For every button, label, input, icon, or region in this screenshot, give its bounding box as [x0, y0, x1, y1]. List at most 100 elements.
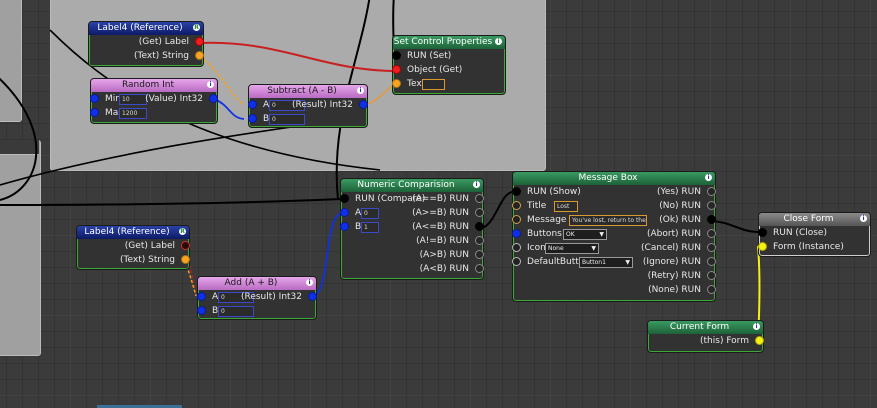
icon-dropdown[interactable]: None ▼: [545, 243, 599, 254]
a-input-pin[interactable]: [197, 292, 206, 301]
run-input-pin[interactable]: [758, 228, 767, 237]
output-ne-pin[interactable]: [475, 236, 484, 245]
output-eq-pin[interactable]: [475, 194, 484, 203]
graph-canvas[interactable]: Label4 (Reference) R (Get) Label (Text) S…: [0, 0, 877, 408]
form-instance-label: Form (Instance): [773, 242, 844, 252]
node-add[interactable]: Add (A + B) i A 0 (Result) Int32 B0: [197, 276, 317, 320]
output-abort-pin[interactable]: [707, 229, 716, 238]
node-header[interactable]: Subtract (A - B) i: [249, 85, 367, 98]
a-input-pin[interactable]: [248, 100, 257, 109]
node-title: Numeric Comparision: [357, 180, 455, 190]
defaultbutton-dropdown[interactable]: Button1 ▼: [579, 257, 633, 268]
b-input-pin[interactable]: [340, 222, 349, 231]
node-header[interactable]: Current Form i: [648, 321, 763, 334]
icon-input-pin[interactable]: [512, 243, 521, 252]
chevron-down-icon: ▼: [625, 259, 630, 266]
node-header[interactable]: Numeric Comparision i: [341, 179, 483, 192]
b-field[interactable]: 1: [361, 222, 379, 233]
b-field[interactable]: 0: [269, 114, 305, 125]
run-set-label: RUN (Set): [407, 51, 452, 61]
string-output-pin[interactable]: [195, 51, 204, 60]
object-input-pin[interactable]: [392, 65, 401, 74]
info-icon[interactable]: i: [357, 87, 364, 94]
node-set-control-properties[interactable]: Set Control Properties i RUN (Set) Object…: [392, 35, 506, 95]
node-header[interactable]: Close Form i: [759, 213, 870, 226]
buttons-dropdown[interactable]: OK ▼: [563, 229, 607, 240]
int-wire: [313, 213, 342, 297]
run-input-pin[interactable]: [340, 194, 349, 203]
output-ok-pin[interactable]: [707, 215, 716, 224]
text-string-output: (Text) String: [134, 51, 189, 61]
b-field[interactable]: 0: [218, 306, 254, 317]
text-input-pin[interactable]: [392, 79, 401, 88]
reference-icon[interactable]: R: [193, 24, 200, 31]
title-input-pin[interactable]: [512, 201, 521, 210]
output-lt-pin[interactable]: [475, 264, 484, 273]
form-input-pin[interactable]: [758, 242, 767, 251]
node-title: Label4 (Reference): [84, 227, 170, 237]
object-output-pin[interactable]: [195, 37, 204, 46]
info-icon[interactable]: i: [705, 174, 712, 181]
output-retry-pin[interactable]: [707, 271, 716, 280]
title-field[interactable]: Lost: [554, 201, 578, 212]
node-subtract[interactable]: Subtract (A - B) i A 0 (Result) Int32 B0: [248, 84, 368, 128]
node-random-int[interactable]: Random Int i Min 10 (Value) Int32 Max 1200: [90, 78, 218, 124]
a-input-pin[interactable]: [340, 208, 349, 217]
buttons-input-pin[interactable]: [512, 229, 521, 238]
int-output-pin[interactable]: [359, 100, 368, 109]
info-icon[interactable]: i: [495, 38, 502, 45]
node-label4-reference-top[interactable]: Label4 (Reference) R (Get) Label (Text) S…: [88, 21, 204, 67]
a-field[interactable]: 0: [361, 208, 379, 219]
node-close-form[interactable]: Close Form i RUN (Close) Form (Instance): [758, 212, 871, 257]
node-message-box[interactable]: Message Box i RUN (Show) (Yes) RUN Title Lo…: [512, 171, 716, 302]
output-none-label: (None) RUN: [648, 285, 701, 295]
b-input-pin[interactable]: [197, 306, 206, 315]
min-field[interactable]: 10: [119, 94, 147, 105]
node-header[interactable]: Message Box i: [513, 172, 715, 185]
info-icon[interactable]: i: [306, 279, 313, 286]
run-close-label: RUN (Close): [773, 228, 827, 238]
info-icon[interactable]: i: [207, 81, 214, 88]
string-output-pin[interactable]: [181, 255, 190, 264]
node-header[interactable]: Label4 (Reference) R: [89, 22, 203, 35]
output-cancel-pin[interactable]: [707, 243, 716, 252]
info-icon[interactable]: i: [753, 323, 760, 330]
output-none-pin[interactable]: [707, 285, 716, 294]
output-ne-label: (A!=B) RUN: [416, 236, 469, 246]
node-title: Add (A + B): [224, 278, 278, 288]
max-input-pin[interactable]: [90, 108, 99, 117]
output-gt-pin[interactable]: [475, 250, 484, 259]
message-input-pin[interactable]: [512, 215, 521, 224]
output-le-pin[interactable]: [475, 222, 484, 231]
output-ge-pin[interactable]: [475, 208, 484, 217]
defaultbutton-value: Button1: [582, 259, 606, 266]
defaultbutton-input-pin[interactable]: [512, 257, 521, 266]
node-header[interactable]: Set Control Properties i: [393, 36, 505, 49]
node-label4-reference-bottom[interactable]: Label4 (Reference) R (Get) Label (Text) S…: [76, 225, 190, 270]
node-header[interactable]: Add (A + B) i: [198, 277, 316, 290]
get-label-output: (Get) Label: [124, 241, 175, 251]
node-numeric-comparison[interactable]: Numeric Comparision i RUN (Compare) (A==B)…: [340, 178, 484, 280]
form-output-pin[interactable]: [755, 336, 764, 345]
info-icon[interactable]: i: [473, 181, 480, 188]
node-header[interactable]: Random Int i: [91, 79, 217, 92]
info-icon[interactable]: i: [860, 215, 867, 222]
int-output-pin[interactable]: [308, 292, 317, 301]
min-input-pin[interactable]: [90, 94, 99, 103]
run-input-pin[interactable]: [512, 187, 521, 196]
b-input-pin[interactable]: [248, 114, 257, 123]
reference-icon[interactable]: R: [179, 228, 186, 235]
output-yes-pin[interactable]: [707, 187, 716, 196]
output-no-pin[interactable]: [707, 201, 716, 210]
node-current-form[interactable]: Current Form i (this) Form: [647, 320, 764, 353]
result-output-label: (Result) Int32: [291, 100, 353, 110]
group-panel-left-bottom[interactable]: [0, 140, 41, 356]
run-input-pin[interactable]: [392, 51, 401, 60]
int-output-pin[interactable]: [209, 94, 218, 103]
max-field[interactable]: 1200: [119, 108, 147, 119]
node-header[interactable]: Label4 (Reference) R: [77, 226, 189, 239]
message-field[interactable]: You've lost, return to the me: [569, 215, 647, 226]
output-ignore-pin[interactable]: [707, 257, 716, 266]
text-field[interactable]: [422, 79, 445, 90]
object-output-pin[interactable]: [181, 241, 190, 250]
